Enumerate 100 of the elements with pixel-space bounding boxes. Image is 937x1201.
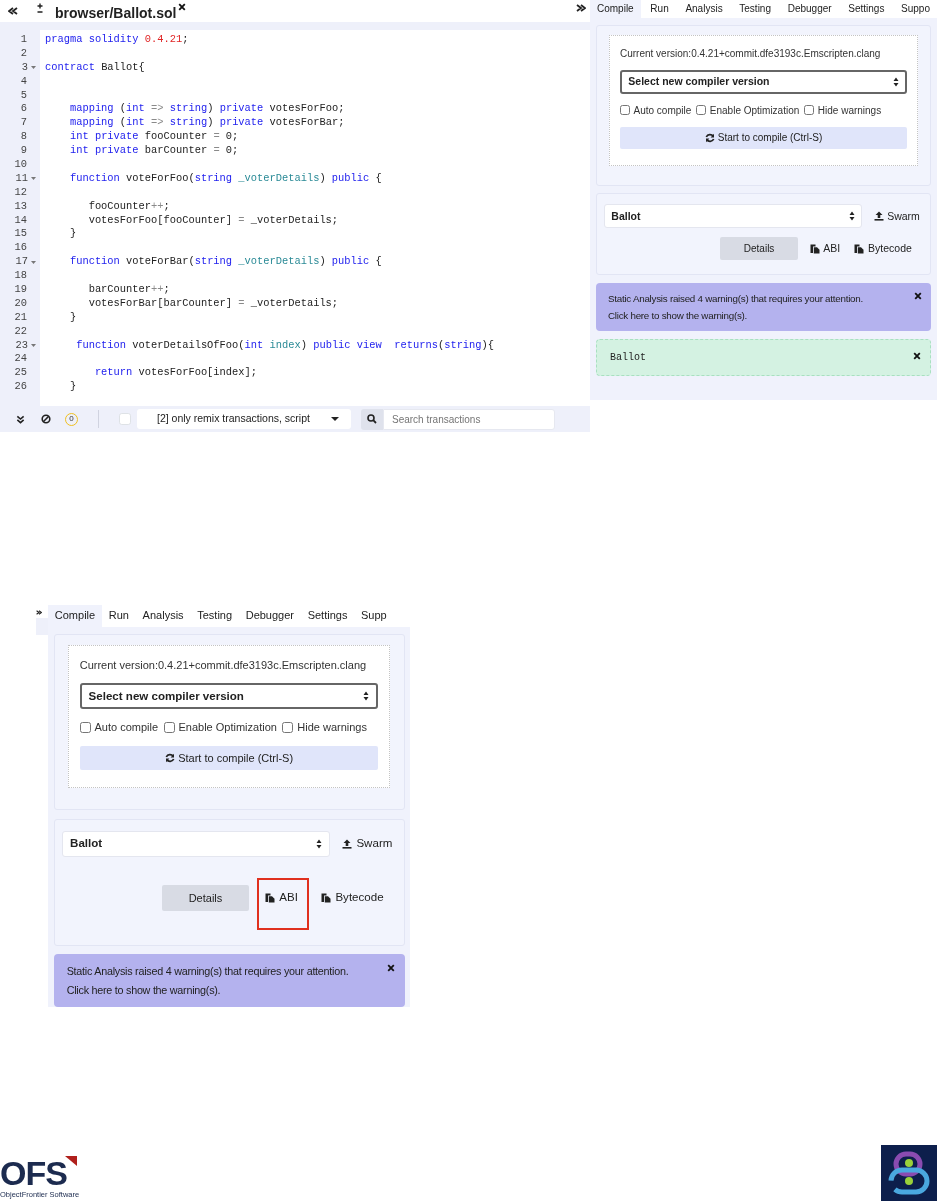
details-button[interactable]: Details <box>719 237 799 261</box>
option-checkbox[interactable] <box>620 105 630 116</box>
option-label: Hide warnings <box>297 720 367 736</box>
upload-icon <box>342 838 353 849</box>
code-line: votesForFoo[fooCounter] = _voterDetails; <box>87 213 340 228</box>
option-label: Auto compile <box>94 720 159 736</box>
select-arrows-icon <box>892 76 899 87</box>
select-arrows-icon <box>363 691 370 702</box>
compile-button[interactable]: Start to compile (Ctrl-S) <box>79 745 379 770</box>
swarm-button[interactable]: Swarm <box>338 832 396 855</box>
line-number: 25 <box>14 366 27 381</box>
code-line: } <box>68 380 78 395</box>
warning-alert[interactable]: Static Analysis raised 4 warning(s) that requires your attention. Click here to show the warning(s). <box>596 282 931 332</box>
code-line: int private fooCounter = 0; <box>68 130 240 145</box>
version-text: Current version:0.4.21+commit.dfe3193c.Emscripten.clang <box>620 47 882 61</box>
code-line: barCounter++; <box>87 283 171 297</box>
code-line: } <box>68 310 78 325</box>
line-number: 8 <box>20 130 27 145</box>
line-number: 15 <box>14 227 27 242</box>
line-number: 1 <box>20 33 27 47</box>
option-label: Hide warnings <box>817 103 882 118</box>
fold-arrow-icon[interactable] <box>31 66 36 70</box>
line-number: 9 <box>20 144 27 158</box>
line-number: 18 <box>14 269 27 284</box>
option-checkbox[interactable] <box>163 722 175 733</box>
logo-wordmark: OFS <box>0 1156 67 1189</box>
code-line: contract Ballot{ <box>44 60 146 75</box>
option-label: Enable Optimization <box>709 103 800 118</box>
line-number: 16 <box>14 241 27 256</box>
panel-tab[interactable]: Compile <box>48 605 102 627</box>
code-line: return votesForFoo[index]; <box>93 366 258 381</box>
option-checkbox[interactable] <box>696 105 707 116</box>
code-line: function voterDetailsOfFoo(int index) public view returns(string){ <box>75 338 496 353</box>
line-number: 6 <box>20 102 27 117</box>
search-button[interactable] <box>361 408 383 430</box>
contract-name: Ballot <box>610 351 646 363</box>
panel-tab[interactable]: Compile <box>590 0 641 18</box>
contract-select[interactable]: Ballot <box>62 830 331 857</box>
line-number: 24 <box>14 352 27 367</box>
option-label: Enable Optimization <box>178 720 277 736</box>
search-field[interactable]: Search transactions <box>383 408 555 430</box>
upload-icon <box>873 211 884 222</box>
expand-right-icon[interactable] <box>576 3 586 13</box>
close-icon[interactable] <box>178 3 187 11</box>
line-number: 19 <box>14 283 27 297</box>
warning-alert[interactable]: Static Analysis raised 4 warning(s) that requires your attention. Click here to show the warning(s). <box>53 954 405 1008</box>
caret-icon <box>331 417 339 421</box>
filter-checkbox[interactable] <box>119 413 131 425</box>
close-icon[interactable] <box>386 964 395 973</box>
fold-arrow-icon[interactable] <box>31 260 36 264</box>
line-number: 12 <box>14 185 27 200</box>
filter-select[interactable]: [2] only remix transactions, script <box>137 409 351 429</box>
close-icon[interactable] <box>913 351 921 360</box>
code-line: mapping (int => string) private votesForBar; <box>68 116 346 131</box>
copy-button[interactable]: Bytecode <box>317 887 387 910</box>
code-line: fooCounter++; <box>87 199 171 214</box>
option-checkbox[interactable] <box>282 722 294 733</box>
code-line: function voteForBar(string _voterDetails) public { <box>68 255 383 270</box>
line-number: 11 <box>15 171 28 186</box>
collapse-left-icon[interactable] <box>8 6 18 16</box>
plus-minus-icon[interactable] <box>35 3 45 13</box>
warning-text: Static Analysis raised 4 warning(s) that requires your attention. Click here to show the warning(s). <box>66 963 350 998</box>
copy-icon <box>854 243 865 254</box>
code-line: votesForBar[barCounter] = _voterDetails; <box>87 296 340 311</box>
select-arrows-icon <box>849 211 856 222</box>
compile-button[interactable]: Start to compile (Ctrl-S) <box>620 126 907 149</box>
line-number: 26 <box>14 380 27 395</box>
version-text: Current version:0.4.21+commit.dfe3193c.Emscripten.clang <box>79 658 368 674</box>
clear-icon[interactable] <box>41 414 51 424</box>
option-checkbox[interactable] <box>804 105 815 116</box>
compiler-select[interactable]: Select new compiler version <box>79 683 379 710</box>
app-logo-icon <box>881 1145 937 1201</box>
refresh-icon <box>164 752 175 763</box>
line-number: 21 <box>14 310 27 325</box>
contract-select[interactable]: Ballot <box>604 204 863 229</box>
compiler-select[interactable]: Select new compiler version <box>620 70 907 94</box>
line-number: 17 <box>15 255 28 270</box>
line-number: 2 <box>20 46 27 61</box>
collapse-down-icon[interactable] <box>16 414 25 424</box>
copy-button[interactable]: ABI <box>257 878 310 930</box>
code-line: function voteForFoo(string _voterDetails) public { <box>68 171 383 186</box>
option-checkbox[interactable] <box>79 722 91 733</box>
fold-arrow-icon[interactable] <box>31 177 36 181</box>
line-number: 23 <box>15 338 28 353</box>
code-line: mapping (int => string) private votesForFoo; <box>68 102 346 117</box>
fold-arrow-icon[interactable] <box>31 344 36 348</box>
warning-text: Static Analysis raised 4 warning(s) that requires your attention. Click here to show the warning(s). <box>608 291 864 324</box>
line-number: 7 <box>20 116 27 131</box>
option-label: Auto compile <box>633 103 692 118</box>
search-icon <box>367 414 377 424</box>
copy-button[interactable]: Bytecode <box>851 239 915 259</box>
swarm-button[interactable]: Swarm <box>870 206 923 227</box>
select-arrows-icon <box>316 838 323 849</box>
refresh-icon <box>704 132 715 143</box>
expand-right-icon[interactable] <box>36 609 42 616</box>
file-tab[interactable]: browser/Ballot.sol <box>45 0 183 24</box>
copy-icon <box>809 243 820 254</box>
close-icon[interactable] <box>914 291 922 300</box>
copy-button[interactable]: ABI <box>806 239 844 259</box>
details-button[interactable]: Details <box>162 885 249 911</box>
